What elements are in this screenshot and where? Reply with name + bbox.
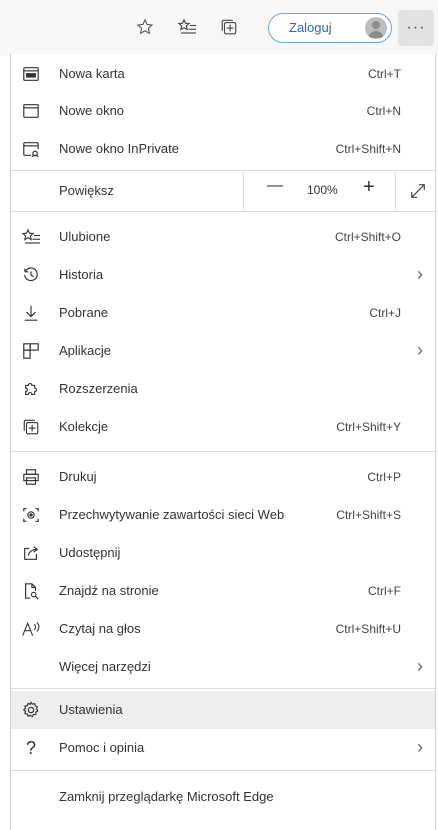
add-favorite-star-icon[interactable] bbox=[134, 16, 156, 38]
menu-item-new-inprivate[interactable]: Nowe okno InPrivate Ctrl+Shift+N bbox=[11, 130, 435, 168]
zoom-level: 100% bbox=[307, 183, 338, 197]
zoom-label: Powiększ bbox=[59, 183, 114, 198]
sign-in-button[interactable]: Zaloguj bbox=[268, 13, 392, 43]
collections-shortcut: Ctrl+Shift+Y bbox=[336, 420, 401, 434]
download-icon bbox=[21, 303, 41, 323]
menu-divider bbox=[11, 170, 435, 171]
history-icon bbox=[21, 265, 41, 285]
favorites-icon[interactable] bbox=[176, 16, 198, 38]
new-window-label: Nowe okno bbox=[59, 103, 125, 118]
extensions-puzzle-icon bbox=[21, 379, 41, 399]
collections-label: Kolekcje bbox=[59, 419, 109, 434]
settings-and-more-button[interactable]: ··· bbox=[398, 10, 434, 46]
menu-item-more-tools[interactable]: Więcej narzędzi › bbox=[11, 648, 435, 686]
menu-item-downloads[interactable]: Pobrane Ctrl+J bbox=[11, 294, 435, 332]
menu-item-zoom: Powiększ — 100% + bbox=[11, 172, 435, 210]
zoom-divider bbox=[395, 172, 396, 210]
menu-divider bbox=[11, 451, 435, 452]
downloads-shortcut: Ctrl+J bbox=[369, 306, 401, 320]
menu-item-find[interactable]: Znajdź na stronie Ctrl+F bbox=[11, 572, 435, 610]
inprivate-window-icon bbox=[21, 139, 41, 159]
print-shortcut: Ctrl+P bbox=[367, 470, 401, 484]
favorites-shortcut: Ctrl+Shift+O bbox=[334, 230, 401, 244]
zoom-out-button[interactable]: — bbox=[267, 177, 283, 195]
read-aloud-icon bbox=[21, 619, 41, 639]
history-label: Historia bbox=[59, 267, 104, 282]
share-label: Udostępnij bbox=[59, 545, 121, 560]
menu-item-history[interactable]: Historia › bbox=[11, 256, 435, 294]
share-icon bbox=[21, 543, 41, 563]
new-tab-icon bbox=[21, 64, 41, 84]
find-shortcut: Ctrl+F bbox=[368, 584, 401, 598]
menu-item-share[interactable]: Udostępnij bbox=[11, 534, 435, 572]
menu-item-web-capture[interactable]: Przechwytywanie zawartości sieci Web Ctr… bbox=[11, 496, 435, 534]
chevron-right-icon: › bbox=[417, 264, 423, 284]
new-window-shortcut: Ctrl+N bbox=[366, 104, 401, 118]
menu-item-read-aloud[interactable]: Czytaj na głos Ctrl+Shift+U bbox=[11, 610, 435, 648]
find-on-page-icon bbox=[21, 581, 41, 601]
gear-icon bbox=[21, 700, 41, 720]
chevron-right-icon: › bbox=[417, 340, 423, 360]
zoom-divider bbox=[243, 172, 244, 210]
new-tab-label: Nowa karta bbox=[59, 66, 125, 81]
menu-item-settings[interactable]: Ustawienia bbox=[11, 691, 435, 729]
apps-icon bbox=[21, 341, 41, 361]
more-tools-label: Więcej narzędzi bbox=[59, 659, 151, 674]
print-label: Drukuj bbox=[59, 469, 97, 484]
close-edge-label: Zamknij przeglądarkę Microsoft Edge bbox=[59, 789, 274, 804]
chevron-right-icon: › bbox=[417, 737, 423, 757]
sign-in-label: Zaloguj bbox=[289, 20, 332, 35]
menu-item-extensions[interactable]: Rozszerzenia bbox=[11, 370, 435, 408]
help-label: Pomoc i opinia bbox=[59, 740, 145, 755]
collections-icon[interactable] bbox=[218, 16, 240, 38]
menu-item-new-tab[interactable]: Nowa karta Ctrl+T bbox=[11, 55, 435, 93]
web-capture-icon bbox=[21, 505, 41, 525]
menu-item-new-window[interactable]: Nowe okno Ctrl+N bbox=[11, 92, 435, 130]
new-inprivate-shortcut: Ctrl+Shift+N bbox=[335, 142, 401, 156]
settings-menu: Nowa karta Ctrl+T Nowe okno Ctrl+N Nowe … bbox=[10, 54, 436, 830]
extensions-label: Rozszerzenia bbox=[59, 381, 138, 396]
menu-item-print[interactable]: Drukuj Ctrl+P bbox=[11, 458, 435, 496]
web-capture-shortcut: Ctrl+Shift+S bbox=[336, 508, 401, 522]
browser-toolbar: Zaloguj ··· bbox=[0, 0, 438, 56]
help-question-icon: ? bbox=[25, 737, 36, 758]
menu-divider bbox=[11, 770, 435, 771]
read-aloud-label: Czytaj na głos bbox=[59, 621, 141, 636]
collections-icon bbox=[21, 417, 41, 437]
find-label: Znajdź na stronie bbox=[59, 583, 159, 598]
menu-item-help[interactable]: ? Pomoc i opinia › bbox=[11, 729, 435, 767]
new-tab-shortcut: Ctrl+T bbox=[368, 67, 401, 81]
print-icon bbox=[21, 467, 41, 487]
chevron-right-icon: › bbox=[417, 656, 423, 676]
menu-item-apps[interactable]: Aplikacje › bbox=[11, 332, 435, 370]
favorites-icon bbox=[21, 227, 41, 247]
avatar bbox=[365, 17, 387, 39]
downloads-label: Pobrane bbox=[59, 305, 109, 320]
new-window-icon bbox=[21, 101, 41, 121]
new-inprivate-label: Nowe okno InPrivate bbox=[59, 141, 179, 156]
read-aloud-shortcut: Ctrl+Shift+U bbox=[335, 622, 401, 636]
settings-label: Ustawienia bbox=[59, 702, 123, 717]
menu-divider bbox=[11, 688, 435, 689]
menu-item-close-edge[interactable]: Zamknij przeglądarkę Microsoft Edge bbox=[11, 778, 435, 816]
web-capture-label: Przechwytywanie zawartości sieci Web bbox=[59, 507, 285, 522]
fullscreen-icon[interactable] bbox=[409, 182, 427, 200]
zoom-in-button[interactable]: + bbox=[363, 176, 375, 199]
menu-item-collections[interactable]: Kolekcje Ctrl+Shift+Y bbox=[11, 408, 435, 446]
favorites-label: Ulubione bbox=[59, 229, 111, 244]
menu-divider bbox=[11, 211, 435, 212]
apps-label: Aplikacje bbox=[59, 343, 112, 358]
menu-item-favorites[interactable]: Ulubione Ctrl+Shift+O bbox=[11, 218, 435, 256]
